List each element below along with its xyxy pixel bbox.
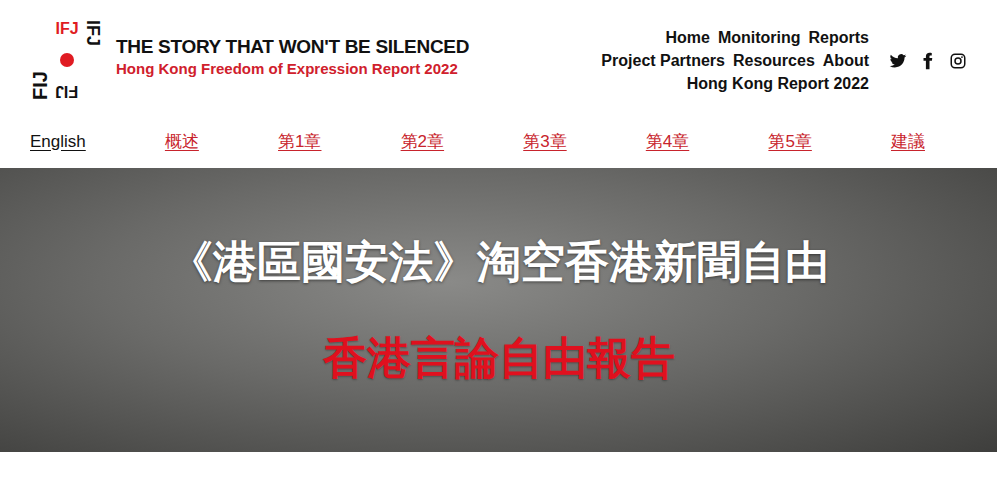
main-nav: Home Monitoring Reports Project Partners Res… [601, 0, 869, 95]
chapter-link[interactable]: English [30, 132, 86, 152]
nav-row: Hong Kong Report 2022 [687, 72, 869, 95]
chapter-link[interactable]: 第1章 [278, 130, 321, 153]
logo-dot-icon [60, 53, 74, 67]
nav-item[interactable]: Resources [733, 49, 815, 72]
site-subtitle: Hong Kong Freedom of Expression Report 2… [116, 59, 469, 79]
hero-banner: 《港區國安法》淘空香港新聞自由 香港言論自由報告 [0, 168, 997, 452]
site-title[interactable]: THE STORY THAT WON'T BE SILENCED [116, 35, 469, 59]
hero-title: 《港區國安法》淘空香港新聞自由 [169, 233, 829, 291]
nav-row: Home Monitoring Reports [665, 26, 869, 49]
site-header: FIJ IFJ FIJ IFJ THE STORY THAT WON'T BE … [0, 0, 997, 115]
twitter-icon[interactable] [889, 52, 907, 70]
nav-item[interactable]: Home [665, 26, 709, 49]
logo-bottom-text: FIJ [55, 82, 78, 100]
brand: THE STORY THAT WON'T BE SILENCED Hong Ko… [116, 0, 469, 79]
social-links [889, 0, 967, 70]
chapter-link[interactable]: 第2章 [401, 130, 444, 153]
chapter-link[interactable]: 概述 [165, 130, 199, 153]
hero-subtitle: 香港言論自由報告 [323, 329, 675, 387]
chapter-nav: English 概述 第1章 第2章 第3章 第4章 第5章 建議 [0, 115, 997, 168]
nav-row: Project Partners Resources About [601, 49, 869, 72]
nav-item[interactable]: Monitoring [718, 26, 801, 49]
instagram-icon[interactable] [949, 52, 967, 70]
logo-right-text: IFJ [84, 20, 102, 100]
nav-item[interactable]: Hong Kong Report 2022 [687, 72, 869, 95]
chapter-link[interactable]: 建議 [891, 130, 925, 153]
nav-item[interactable]: Reports [809, 26, 869, 49]
chapter-link[interactable]: 第3章 [523, 130, 566, 153]
chapter-link[interactable]: 第5章 [768, 130, 811, 153]
facebook-icon[interactable] [919, 52, 937, 70]
logo-top-text: IFJ [55, 20, 78, 38]
nav-item[interactable]: About [823, 49, 869, 72]
chapter-link[interactable]: 第4章 [646, 130, 689, 153]
ifj-logo[interactable]: FIJ IFJ FIJ IFJ [30, 20, 102, 100]
page: FIJ IFJ FIJ IFJ THE STORY THAT WON'T BE … [0, 0, 997, 481]
nav-item[interactable]: Project Partners [601, 49, 725, 72]
logo-left-text: FIJ [30, 20, 50, 100]
